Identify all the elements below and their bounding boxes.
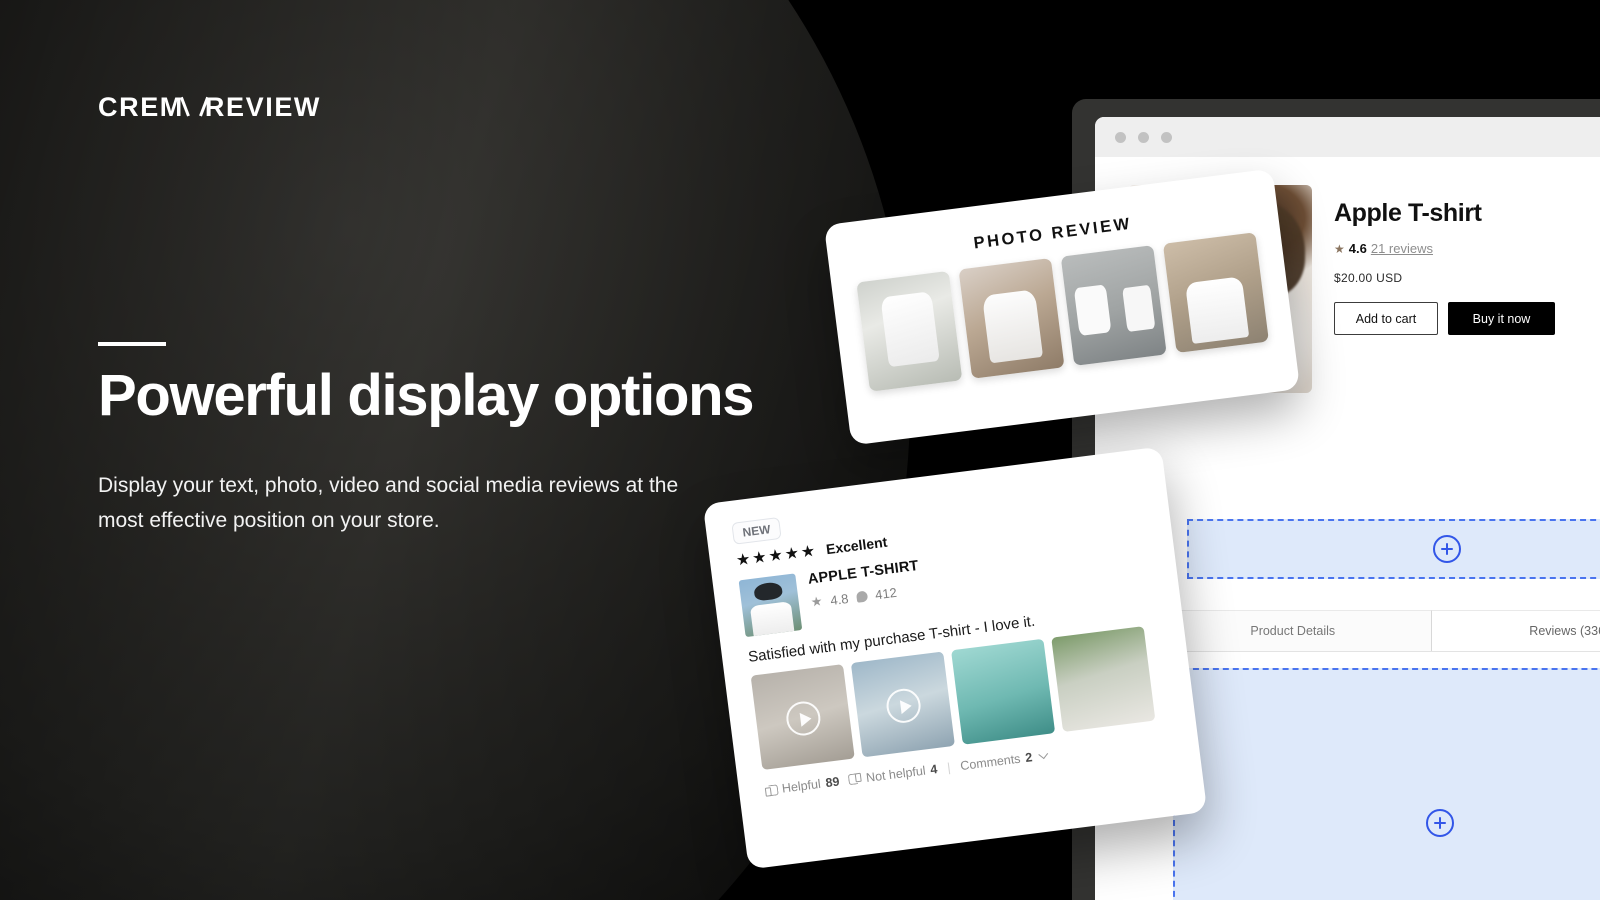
review-media-photo[interactable] [951,638,1056,745]
window-close-dot-icon[interactable] [1115,131,1126,143]
comments-label: Comments [959,751,1022,774]
not-helpful-label: Not helpful [865,763,927,786]
photo-review-thumbnail[interactable] [856,270,963,392]
not-helpful-button[interactable]: Not helpful 4 [848,762,938,787]
not-helpful-count: 4 [929,762,939,777]
buy-it-now-button[interactable]: Buy it now [1448,302,1555,335]
product-info: Apple T-shirt ★ 4.6 21 reviews $20.00 US… [1334,185,1555,393]
thumbs-down-icon [849,773,862,786]
photo-review-thumbnail[interactable] [1060,245,1167,366]
plus-circle-icon[interactable] [1426,809,1454,837]
star-rating-icon: ★★★★★ [735,542,819,570]
brand-logo-part1: CREM [98,92,184,122]
photo-review-thumbnail[interactable] [1162,232,1269,353]
brand-logo-a-glyph-icon [185,96,204,116]
helpful-button[interactable]: Helpful 89 [764,775,840,798]
divider: | [946,760,952,775]
product-actions: Add to cart Buy it now [1334,302,1555,335]
tab-product-details[interactable]: Product Details [1155,610,1431,651]
status-badge: NEW [731,516,782,545]
product-price: $20.00 USD [1334,271,1403,285]
helpful-label: Helpful [781,776,822,796]
review-verdict: Excellent [825,533,889,558]
window-maximize-dot-icon[interactable] [1161,131,1172,143]
comment-bubble-icon [855,590,868,603]
widget-dropzone-reviews[interactable] [1173,668,1600,900]
hero-subcopy: Display your text, photo, video and soci… [98,474,679,533]
chevron-down-icon [1038,749,1049,760]
product-tabs: Product Details Reviews (336) [1155,610,1600,652]
play-icon[interactable] [884,687,923,726]
brand-logo-part2: REVIEW [204,92,322,122]
hero-copy: CREM REVIEW Powerful display options Dis… [98,0,755,900]
comments-toggle[interactable]: Comments 2 [959,748,1049,774]
helpful-count: 89 [824,774,841,791]
page-title: Powerful display options [98,363,755,428]
hero-stage: CREM REVIEW Powerful display options Dis… [0,0,1600,900]
window-minimize-dot-icon[interactable] [1138,131,1149,143]
star-icon: ★ [809,593,824,610]
product-rating: ★ 4.6 21 reviews [1334,241,1555,256]
star-icon: ★ [1334,241,1345,256]
browser-titlebar [1095,117,1600,157]
review-card: NEW ★★★★★ Excellent APPLE T-SHIRT ★ 4.8 … [702,446,1208,870]
accent-rule [98,342,166,346]
reviews-link[interactable]: 21 reviews [1371,241,1433,256]
photo-review-thumbnail[interactable] [958,258,1065,379]
review-media-video[interactable] [850,651,955,758]
play-icon[interactable] [783,699,822,738]
product-title: Apple T-shirt [1334,199,1482,227]
brand-logo: CREM REVIEW [98,92,321,123]
comments-count: 2 [1024,750,1034,765]
thumbs-up-icon [764,783,777,796]
tab-reviews[interactable]: Reviews (336) [1430,610,1600,651]
review-comment-count: 412 [874,584,898,602]
plus-circle-icon[interactable] [1433,535,1461,563]
review-media-photo[interactable] [1051,626,1156,733]
rating-score: 4.6 [1348,241,1367,256]
review-media-video[interactable] [750,664,855,771]
widget-dropzone-top[interactable] [1187,519,1600,579]
avatar[interactable] [738,573,803,638]
add-to-cart-button[interactable]: Add to cart [1334,302,1438,335]
review-product-rating: 4.8 [829,590,850,608]
